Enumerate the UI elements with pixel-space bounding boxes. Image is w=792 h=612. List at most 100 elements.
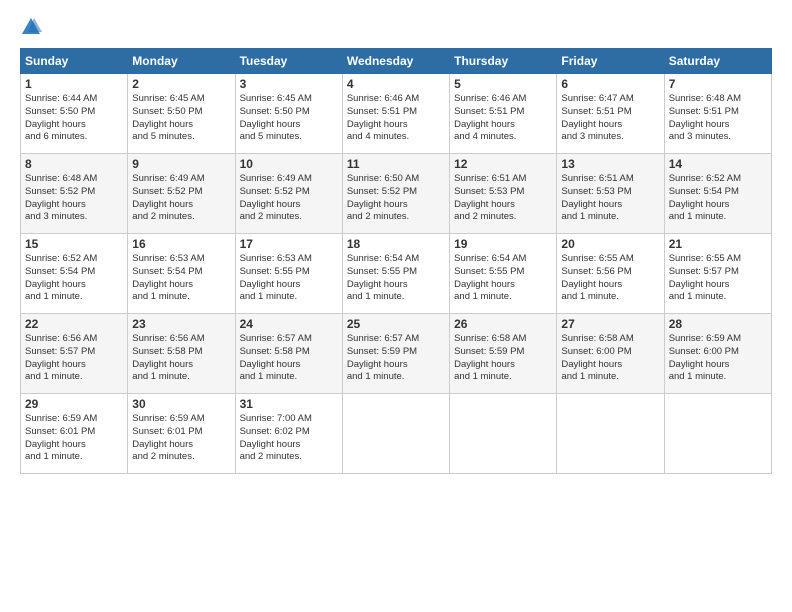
- calendar-cell: 22 Sunrise: 6:56 AMSunset: 5:57 PMDaylig…: [21, 314, 128, 394]
- day-info: Sunrise: 6:55 AMSunset: 5:57 PMDaylight …: [669, 253, 741, 302]
- calendar-cell: 5 Sunrise: 6:46 AMSunset: 5:51 PMDayligh…: [450, 74, 557, 154]
- day-info: Sunrise: 6:56 AMSunset: 5:58 PMDaylight …: [132, 333, 204, 382]
- day-info: Sunrise: 6:46 AMSunset: 5:51 PMDaylight …: [347, 93, 419, 142]
- calendar-cell: 15 Sunrise: 6:52 AMSunset: 5:54 PMDaylig…: [21, 234, 128, 314]
- day-number: 31: [240, 397, 338, 411]
- day-info: Sunrise: 6:54 AMSunset: 5:55 PMDaylight …: [454, 253, 526, 302]
- logo: [20, 16, 44, 38]
- weekday-header-row: SundayMondayTuesdayWednesdayThursdayFrid…: [21, 49, 772, 74]
- calendar-cell: 7 Sunrise: 6:48 AMSunset: 5:51 PMDayligh…: [664, 74, 771, 154]
- day-info: Sunrise: 6:45 AMSunset: 5:50 PMDaylight …: [132, 93, 204, 142]
- day-number: 1: [25, 77, 123, 91]
- calendar-cell: 31 Sunrise: 7:00 AMSunset: 6:02 PMDaylig…: [235, 394, 342, 474]
- day-info: Sunrise: 6:52 AMSunset: 5:54 PMDaylight …: [25, 253, 97, 302]
- calendar-cell: 17 Sunrise: 6:53 AMSunset: 5:55 PMDaylig…: [235, 234, 342, 314]
- day-info: Sunrise: 6:53 AMSunset: 5:55 PMDaylight …: [240, 253, 312, 302]
- day-info: Sunrise: 6:48 AMSunset: 5:51 PMDaylight …: [669, 93, 741, 142]
- calendar-cell: [342, 394, 449, 474]
- calendar-cell: 18 Sunrise: 6:54 AMSunset: 5:55 PMDaylig…: [342, 234, 449, 314]
- day-number: 24: [240, 317, 338, 331]
- calendar-week-1: 1 Sunrise: 6:44 AMSunset: 5:50 PMDayligh…: [21, 74, 772, 154]
- calendar-cell: 11 Sunrise: 6:50 AMSunset: 5:52 PMDaylig…: [342, 154, 449, 234]
- day-info: Sunrise: 6:51 AMSunset: 5:53 PMDaylight …: [454, 173, 526, 222]
- day-number: 4: [347, 77, 445, 91]
- day-number: 13: [561, 157, 659, 171]
- day-number: 10: [240, 157, 338, 171]
- day-info: Sunrise: 6:57 AMSunset: 5:59 PMDaylight …: [347, 333, 419, 382]
- day-number: 2: [132, 77, 230, 91]
- calendar-cell: 6 Sunrise: 6:47 AMSunset: 5:51 PMDayligh…: [557, 74, 664, 154]
- day-info: Sunrise: 6:45 AMSunset: 5:50 PMDaylight …: [240, 93, 312, 142]
- calendar-cell: 12 Sunrise: 6:51 AMSunset: 5:53 PMDaylig…: [450, 154, 557, 234]
- day-number: 20: [561, 237, 659, 251]
- calendar-cell: [557, 394, 664, 474]
- calendar-cell: 20 Sunrise: 6:55 AMSunset: 5:56 PMDaylig…: [557, 234, 664, 314]
- day-info: Sunrise: 6:58 AMSunset: 6:00 PMDaylight …: [561, 333, 633, 382]
- day-info: Sunrise: 6:59 AMSunset: 6:01 PMDaylight …: [132, 413, 204, 462]
- day-info: Sunrise: 6:56 AMSunset: 5:57 PMDaylight …: [25, 333, 97, 382]
- day-number: 28: [669, 317, 767, 331]
- weekday-header-saturday: Saturday: [664, 49, 771, 74]
- day-info: Sunrise: 6:59 AMSunset: 6:00 PMDaylight …: [669, 333, 741, 382]
- day-number: 7: [669, 77, 767, 91]
- calendar-week-4: 22 Sunrise: 6:56 AMSunset: 5:57 PMDaylig…: [21, 314, 772, 394]
- day-number: 25: [347, 317, 445, 331]
- calendar-cell: 1 Sunrise: 6:44 AMSunset: 5:50 PMDayligh…: [21, 74, 128, 154]
- calendar-cell: 2 Sunrise: 6:45 AMSunset: 5:50 PMDayligh…: [128, 74, 235, 154]
- day-info: Sunrise: 6:44 AMSunset: 5:50 PMDaylight …: [25, 93, 97, 142]
- calendar-cell: 23 Sunrise: 6:56 AMSunset: 5:58 PMDaylig…: [128, 314, 235, 394]
- day-number: 18: [347, 237, 445, 251]
- day-number: 21: [669, 237, 767, 251]
- calendar-cell: 27 Sunrise: 6:58 AMSunset: 6:00 PMDaylig…: [557, 314, 664, 394]
- day-info: Sunrise: 6:48 AMSunset: 5:52 PMDaylight …: [25, 173, 97, 222]
- day-number: 11: [347, 157, 445, 171]
- calendar-cell: 14 Sunrise: 6:52 AMSunset: 5:54 PMDaylig…: [664, 154, 771, 234]
- calendar-week-3: 15 Sunrise: 6:52 AMSunset: 5:54 PMDaylig…: [21, 234, 772, 314]
- day-info: Sunrise: 6:49 AMSunset: 5:52 PMDaylight …: [132, 173, 204, 222]
- day-number: 29: [25, 397, 123, 411]
- calendar-cell: 13 Sunrise: 6:51 AMSunset: 5:53 PMDaylig…: [557, 154, 664, 234]
- day-number: 26: [454, 317, 552, 331]
- day-info: Sunrise: 6:58 AMSunset: 5:59 PMDaylight …: [454, 333, 526, 382]
- calendar-cell: 8 Sunrise: 6:48 AMSunset: 5:52 PMDayligh…: [21, 154, 128, 234]
- day-number: 5: [454, 77, 552, 91]
- day-number: 27: [561, 317, 659, 331]
- calendar-cell: 9 Sunrise: 6:49 AMSunset: 5:52 PMDayligh…: [128, 154, 235, 234]
- page: SundayMondayTuesdayWednesdayThursdayFrid…: [0, 0, 792, 484]
- calendar-cell: [450, 394, 557, 474]
- day-number: 9: [132, 157, 230, 171]
- calendar-table: SundayMondayTuesdayWednesdayThursdayFrid…: [20, 48, 772, 474]
- weekday-header-sunday: Sunday: [21, 49, 128, 74]
- logo-icon: [20, 16, 42, 38]
- day-info: Sunrise: 6:46 AMSunset: 5:51 PMDaylight …: [454, 93, 526, 142]
- calendar-cell: 24 Sunrise: 6:57 AMSunset: 5:58 PMDaylig…: [235, 314, 342, 394]
- day-number: 17: [240, 237, 338, 251]
- calendar-cell: 3 Sunrise: 6:45 AMSunset: 5:50 PMDayligh…: [235, 74, 342, 154]
- day-info: Sunrise: 6:55 AMSunset: 5:56 PMDaylight …: [561, 253, 633, 302]
- day-number: 15: [25, 237, 123, 251]
- weekday-header-friday: Friday: [557, 49, 664, 74]
- day-info: Sunrise: 6:53 AMSunset: 5:54 PMDaylight …: [132, 253, 204, 302]
- calendar-cell: 28 Sunrise: 6:59 AMSunset: 6:00 PMDaylig…: [664, 314, 771, 394]
- weekday-header-monday: Monday: [128, 49, 235, 74]
- day-info: Sunrise: 6:57 AMSunset: 5:58 PMDaylight …: [240, 333, 312, 382]
- calendar-cell: [664, 394, 771, 474]
- calendar-cell: 25 Sunrise: 6:57 AMSunset: 5:59 PMDaylig…: [342, 314, 449, 394]
- day-info: Sunrise: 6:50 AMSunset: 5:52 PMDaylight …: [347, 173, 419, 222]
- day-number: 16: [132, 237, 230, 251]
- calendar-week-5: 29 Sunrise: 6:59 AMSunset: 6:01 PMDaylig…: [21, 394, 772, 474]
- day-info: Sunrise: 6:49 AMSunset: 5:52 PMDaylight …: [240, 173, 312, 222]
- day-number: 14: [669, 157, 767, 171]
- weekday-header-wednesday: Wednesday: [342, 49, 449, 74]
- day-number: 8: [25, 157, 123, 171]
- calendar-cell: 29 Sunrise: 6:59 AMSunset: 6:01 PMDaylig…: [21, 394, 128, 474]
- calendar-cell: 10 Sunrise: 6:49 AMSunset: 5:52 PMDaylig…: [235, 154, 342, 234]
- day-number: 23: [132, 317, 230, 331]
- calendar-cell: 21 Sunrise: 6:55 AMSunset: 5:57 PMDaylig…: [664, 234, 771, 314]
- calendar-cell: 26 Sunrise: 6:58 AMSunset: 5:59 PMDaylig…: [450, 314, 557, 394]
- weekday-header-thursday: Thursday: [450, 49, 557, 74]
- day-number: 30: [132, 397, 230, 411]
- day-info: Sunrise: 6:59 AMSunset: 6:01 PMDaylight …: [25, 413, 97, 462]
- day-number: 19: [454, 237, 552, 251]
- calendar-week-2: 8 Sunrise: 6:48 AMSunset: 5:52 PMDayligh…: [21, 154, 772, 234]
